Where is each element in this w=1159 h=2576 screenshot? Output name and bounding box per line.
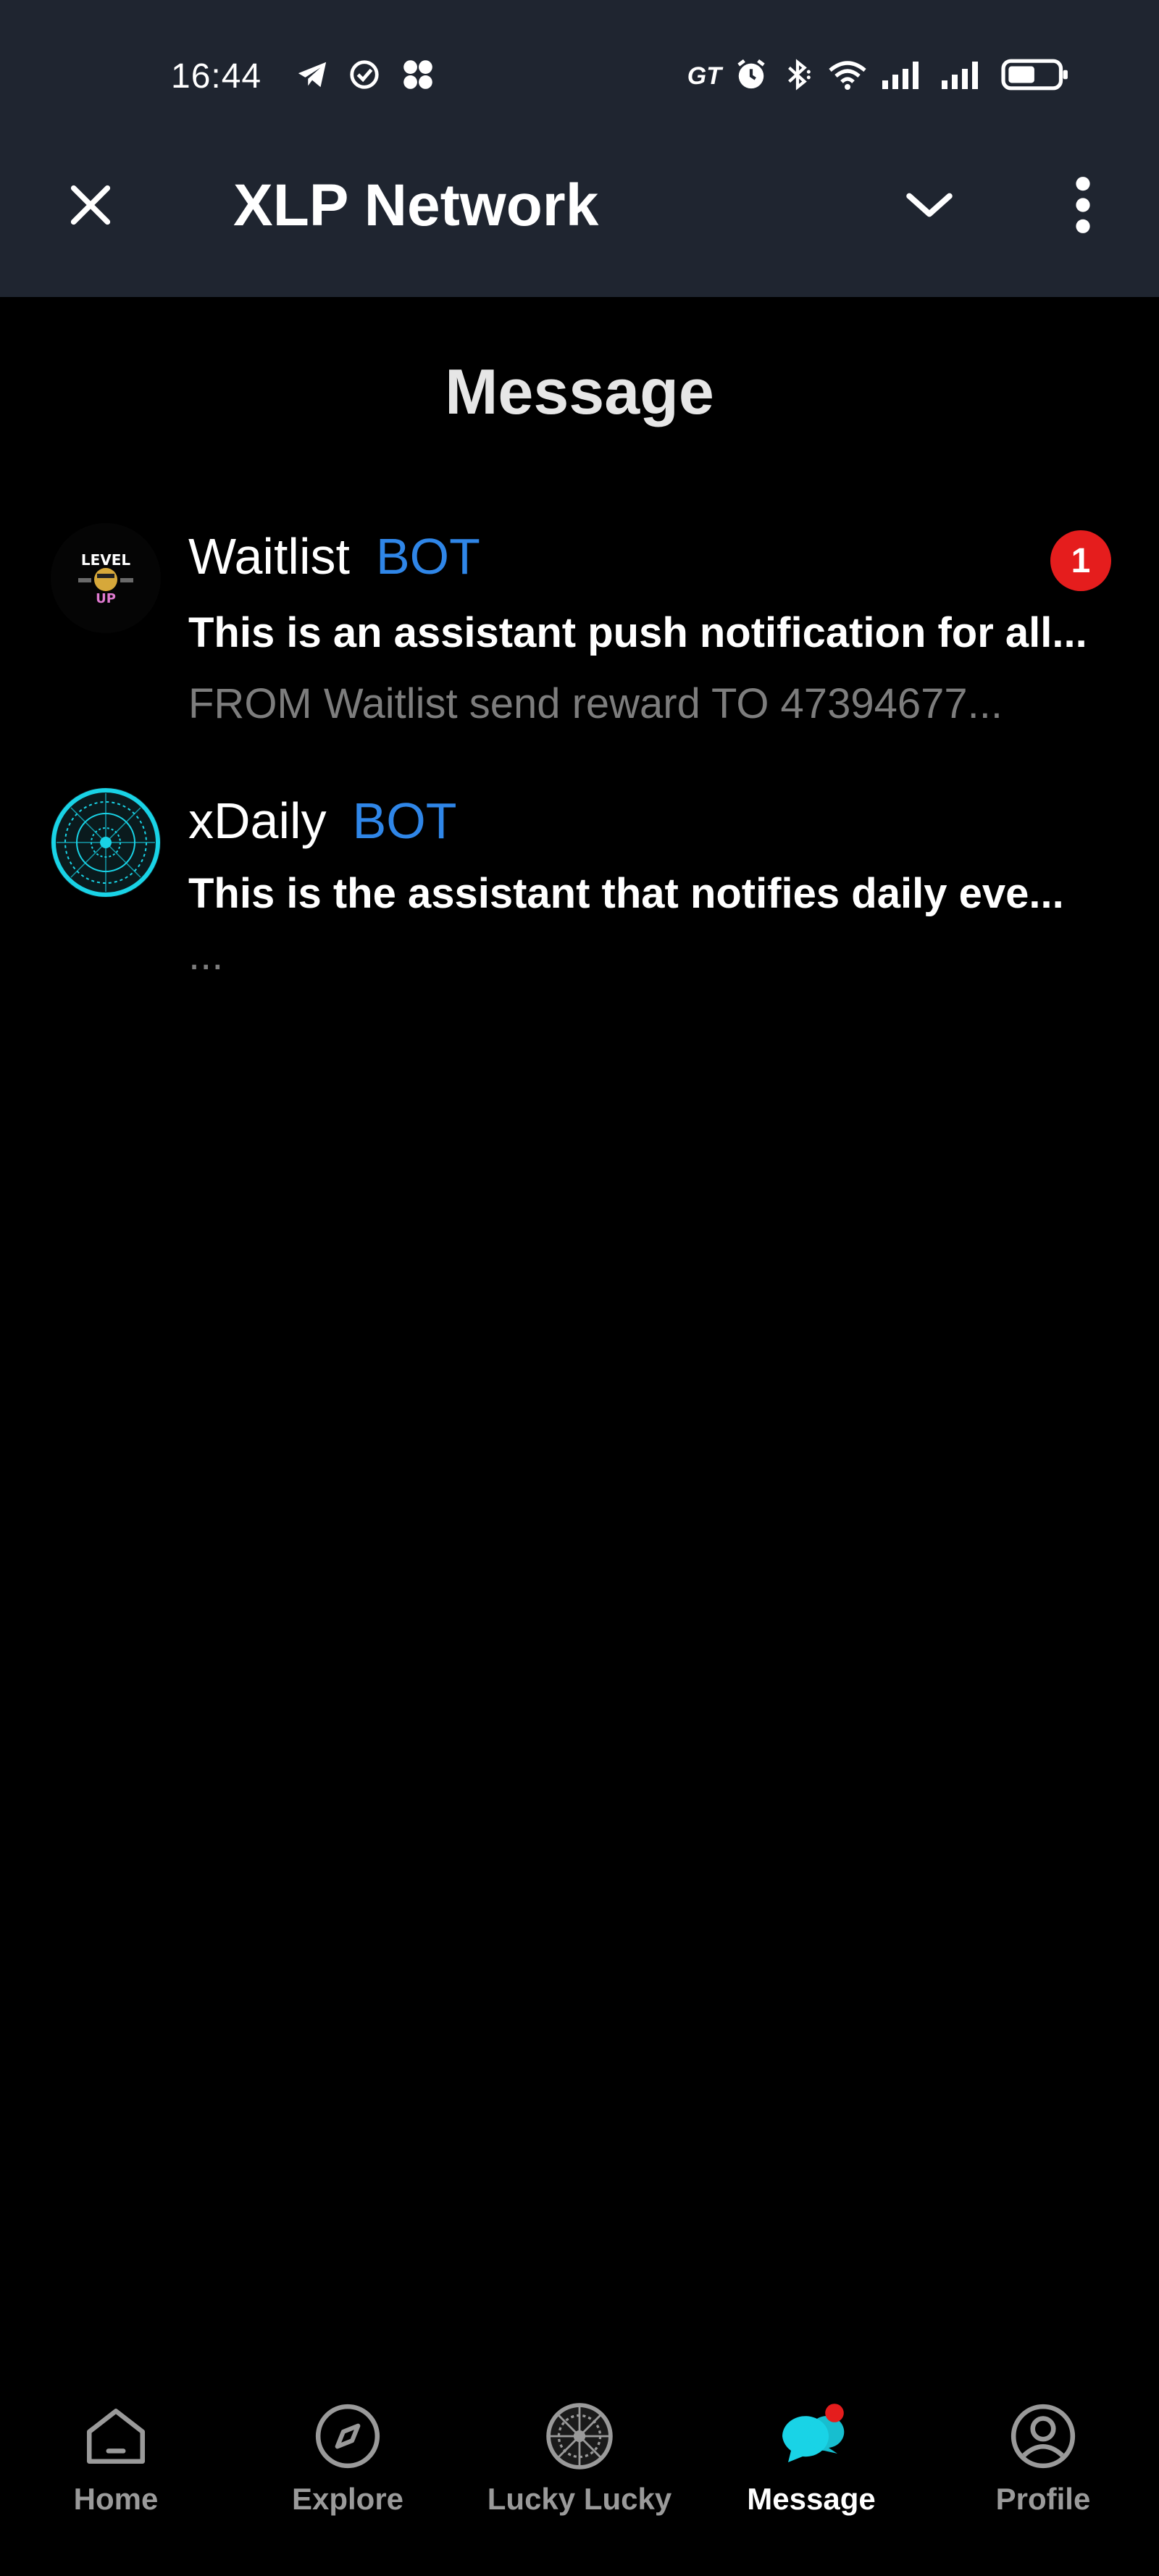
bot-tag: BOT [375, 528, 480, 585]
home-icon [76, 2396, 156, 2476]
telegram-icon [296, 58, 329, 95]
message-sender: xDaily [188, 793, 327, 849]
message-preview: This is the assistant that notifies dail… [188, 870, 1064, 917]
collapse-button[interactable] [897, 174, 962, 239]
list-item[interactable]: LEVEL UP Waitlist BOT 1 This is an assis… [0, 522, 1159, 739]
nav-label: Profile [995, 2482, 1091, 2516]
user-icon [1003, 2396, 1083, 2476]
alarm-icon [735, 58, 768, 95]
nav-label: Lucky Lucky [487, 2482, 672, 2516]
nav-profile[interactable]: Profile [927, 2369, 1159, 2550]
more-menu-button[interactable] [1050, 174, 1116, 239]
apps-icon [400, 58, 436, 95]
message-header: xDaily BOT [188, 792, 457, 850]
chat-icon [771, 2396, 851, 2476]
nav-home[interactable]: Home [0, 2369, 232, 2550]
message-header: Waitlist BOT [188, 527, 480, 585]
nav-label: Message [747, 2482, 876, 2516]
check-circle-icon [348, 58, 381, 95]
wifi-icon [827, 58, 868, 95]
app-title: XLP Network [233, 172, 599, 238]
avatar-text-bottom: UP [96, 591, 116, 606]
close-icon [65, 180, 116, 234]
bot-tag: BOT [352, 793, 457, 849]
gt-icon: GT [687, 62, 721, 90]
compass-icon [308, 2396, 388, 2476]
nav-explore[interactable]: Explore [232, 2369, 464, 2550]
status-right-icons: GT [687, 58, 1072, 95]
avatar-text-top: LEVEL [81, 551, 131, 569]
status-time: 16:44 [171, 57, 262, 96]
avatar [49, 786, 162, 899]
message-subtext: ... [188, 932, 224, 979]
wheel-icon [540, 2396, 619, 2476]
bluetooth-icon [781, 58, 814, 95]
nav-label: Home [73, 2482, 159, 2516]
list-item[interactable]: xDaily BOT This is the assistant that no… [0, 786, 1159, 1003]
avatar: LEVEL UP [49, 522, 162, 635]
status-bar: 16:44 GT [0, 0, 1159, 149]
battery-icon [1000, 58, 1072, 95]
signal-icon [940, 58, 987, 95]
signal-icon [881, 58, 927, 95]
chevron-down-icon [903, 178, 956, 235]
nav-label: Explore [291, 2482, 404, 2516]
page-title: Message [445, 356, 714, 427]
nav-message[interactable]: Message [695, 2369, 927, 2550]
close-button[interactable] [58, 174, 123, 239]
status-left-icons [296, 58, 436, 95]
more-vertical-icon [1072, 176, 1094, 238]
message-sender: Waitlist [188, 528, 350, 585]
unread-badge: 1 [1050, 530, 1111, 591]
message-preview: This is an assistant push notification f… [188, 609, 1087, 656]
bottom-nav: Home Explore Lucky Lucky Message Profile [0, 2369, 1159, 2576]
message-subtext: FROM Waitlist send reward TO 47394677... [188, 680, 1003, 727]
nav-lucky-lucky[interactable]: Lucky Lucky [464, 2369, 695, 2550]
